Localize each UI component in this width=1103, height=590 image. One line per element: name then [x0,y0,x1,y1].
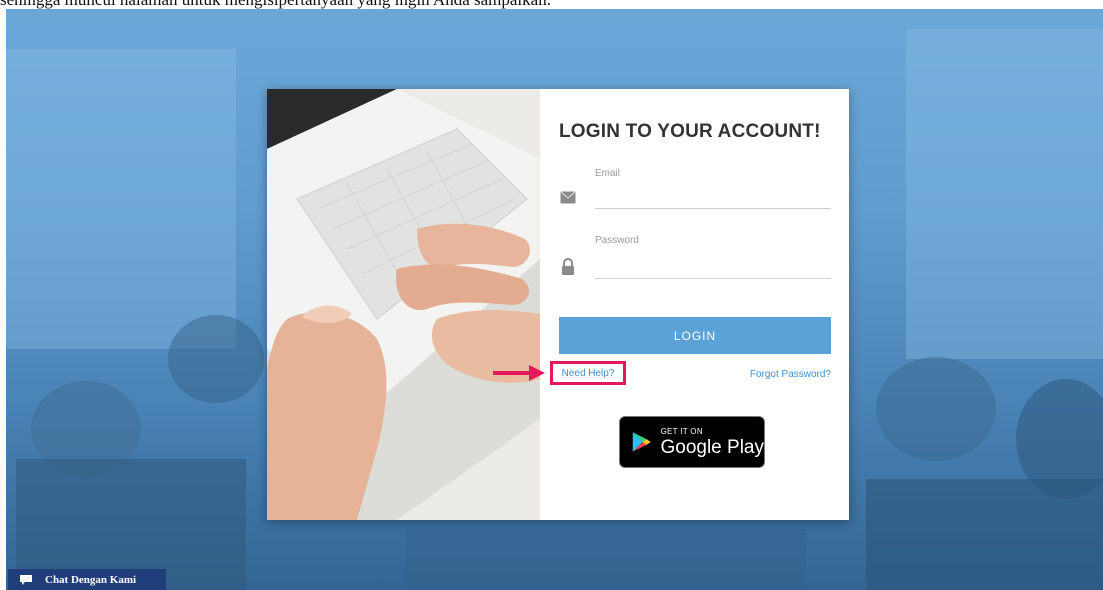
login-form: LOGIN TO YOUR ACCOUNT! Email Password LO… [493,89,849,520]
play-small-text: GET IT ON [660,426,703,436]
chat-bubble-icon [20,574,32,585]
arrow-icon [493,365,545,381]
hands-on-laptop-image [267,89,540,520]
password-field[interactable] [595,256,831,279]
need-help-label: Need Help? [561,367,615,379]
login-card: LOGIN TO YOUR ACCOUNT! Email Password LO… [267,89,849,520]
forgot-password-link[interactable]: Forgot Password? [750,369,831,380]
login-page: LOGIN TO YOUR ACCOUNT! Email Password LO… [6,9,1103,590]
envelope-icon [560,191,576,204]
google-play-badge[interactable]: GET IT ON Google Play [619,416,765,468]
play-big-text: Google Play [660,436,764,458]
need-help-link[interactable]: Need Help? [550,361,626,385]
form-title: LOGIN TO YOUR ACCOUNT! [559,121,821,142]
caption-text: sehingga muncul halaman untuk mengisiper… [0,0,1103,9]
google-play-icon [632,432,651,452]
password-label: Password [595,235,639,246]
chat-label: Chat Dengan Kami [45,573,137,586]
chat-button[interactable]: Chat Dengan Kami [8,569,166,590]
email-label: Email [595,168,621,179]
email-field[interactable] [595,186,831,209]
lock-icon [562,258,574,275]
login-button[interactable]: LOGIN [559,317,831,354]
